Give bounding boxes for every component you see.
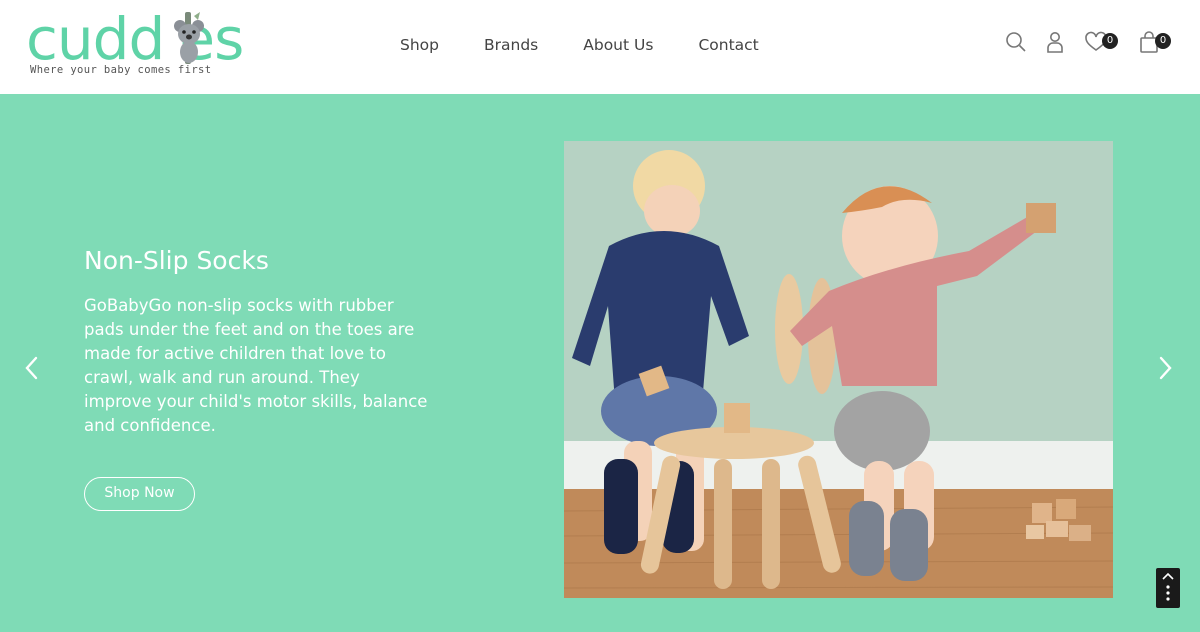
shop-now-button[interactable]: Shop Now [84, 477, 195, 511]
user-icon [1043, 30, 1067, 54]
hero-title: Non-Slip Socks [84, 246, 269, 275]
slider-prev-button[interactable] [20, 354, 44, 382]
logo-tagline: Where your baby comes first [30, 64, 211, 76]
hero-product-image [564, 141, 1113, 598]
nav-shop[interactable]: Shop [400, 34, 439, 56]
nav-contact[interactable]: Contact [698, 34, 758, 56]
scroll-to-top-button[interactable] [1156, 568, 1180, 608]
nav-brands[interactable]: Brands [484, 34, 538, 56]
wishlist-button[interactable]: 0 [1084, 30, 1110, 56]
chevron-right-icon [1153, 354, 1177, 382]
search-icon [1004, 30, 1028, 54]
nav-about-us[interactable]: About Us [583, 34, 653, 56]
site-header: cuddles Where your baby comes first Shop… [0, 0, 1200, 94]
logo[interactable]: cuddles Where your baby comes first [26, 8, 238, 78]
cart-button[interactable]: 0 [1137, 30, 1163, 56]
chevron-left-icon [20, 354, 44, 382]
hero-description: GoBabyGo non-slip socks with rubber pads… [84, 294, 429, 438]
account-button[interactable] [1043, 30, 1069, 56]
wishlist-count-badge: 0 [1102, 33, 1118, 49]
main-nav: Shop Brands About Us Contact [400, 34, 804, 56]
toddlers-photo [564, 141, 1113, 598]
scroll-up-icon [1156, 568, 1180, 608]
slider-next-button[interactable] [1153, 354, 1177, 382]
search-button[interactable] [1004, 30, 1030, 56]
cart-count-badge: 0 [1155, 33, 1171, 49]
hero-slider: Non-Slip Socks GoBabyGo non-slip socks w… [0, 94, 1200, 632]
koala-icon [168, 12, 208, 64]
logo-wordmark: cuddles [26, 8, 243, 70]
